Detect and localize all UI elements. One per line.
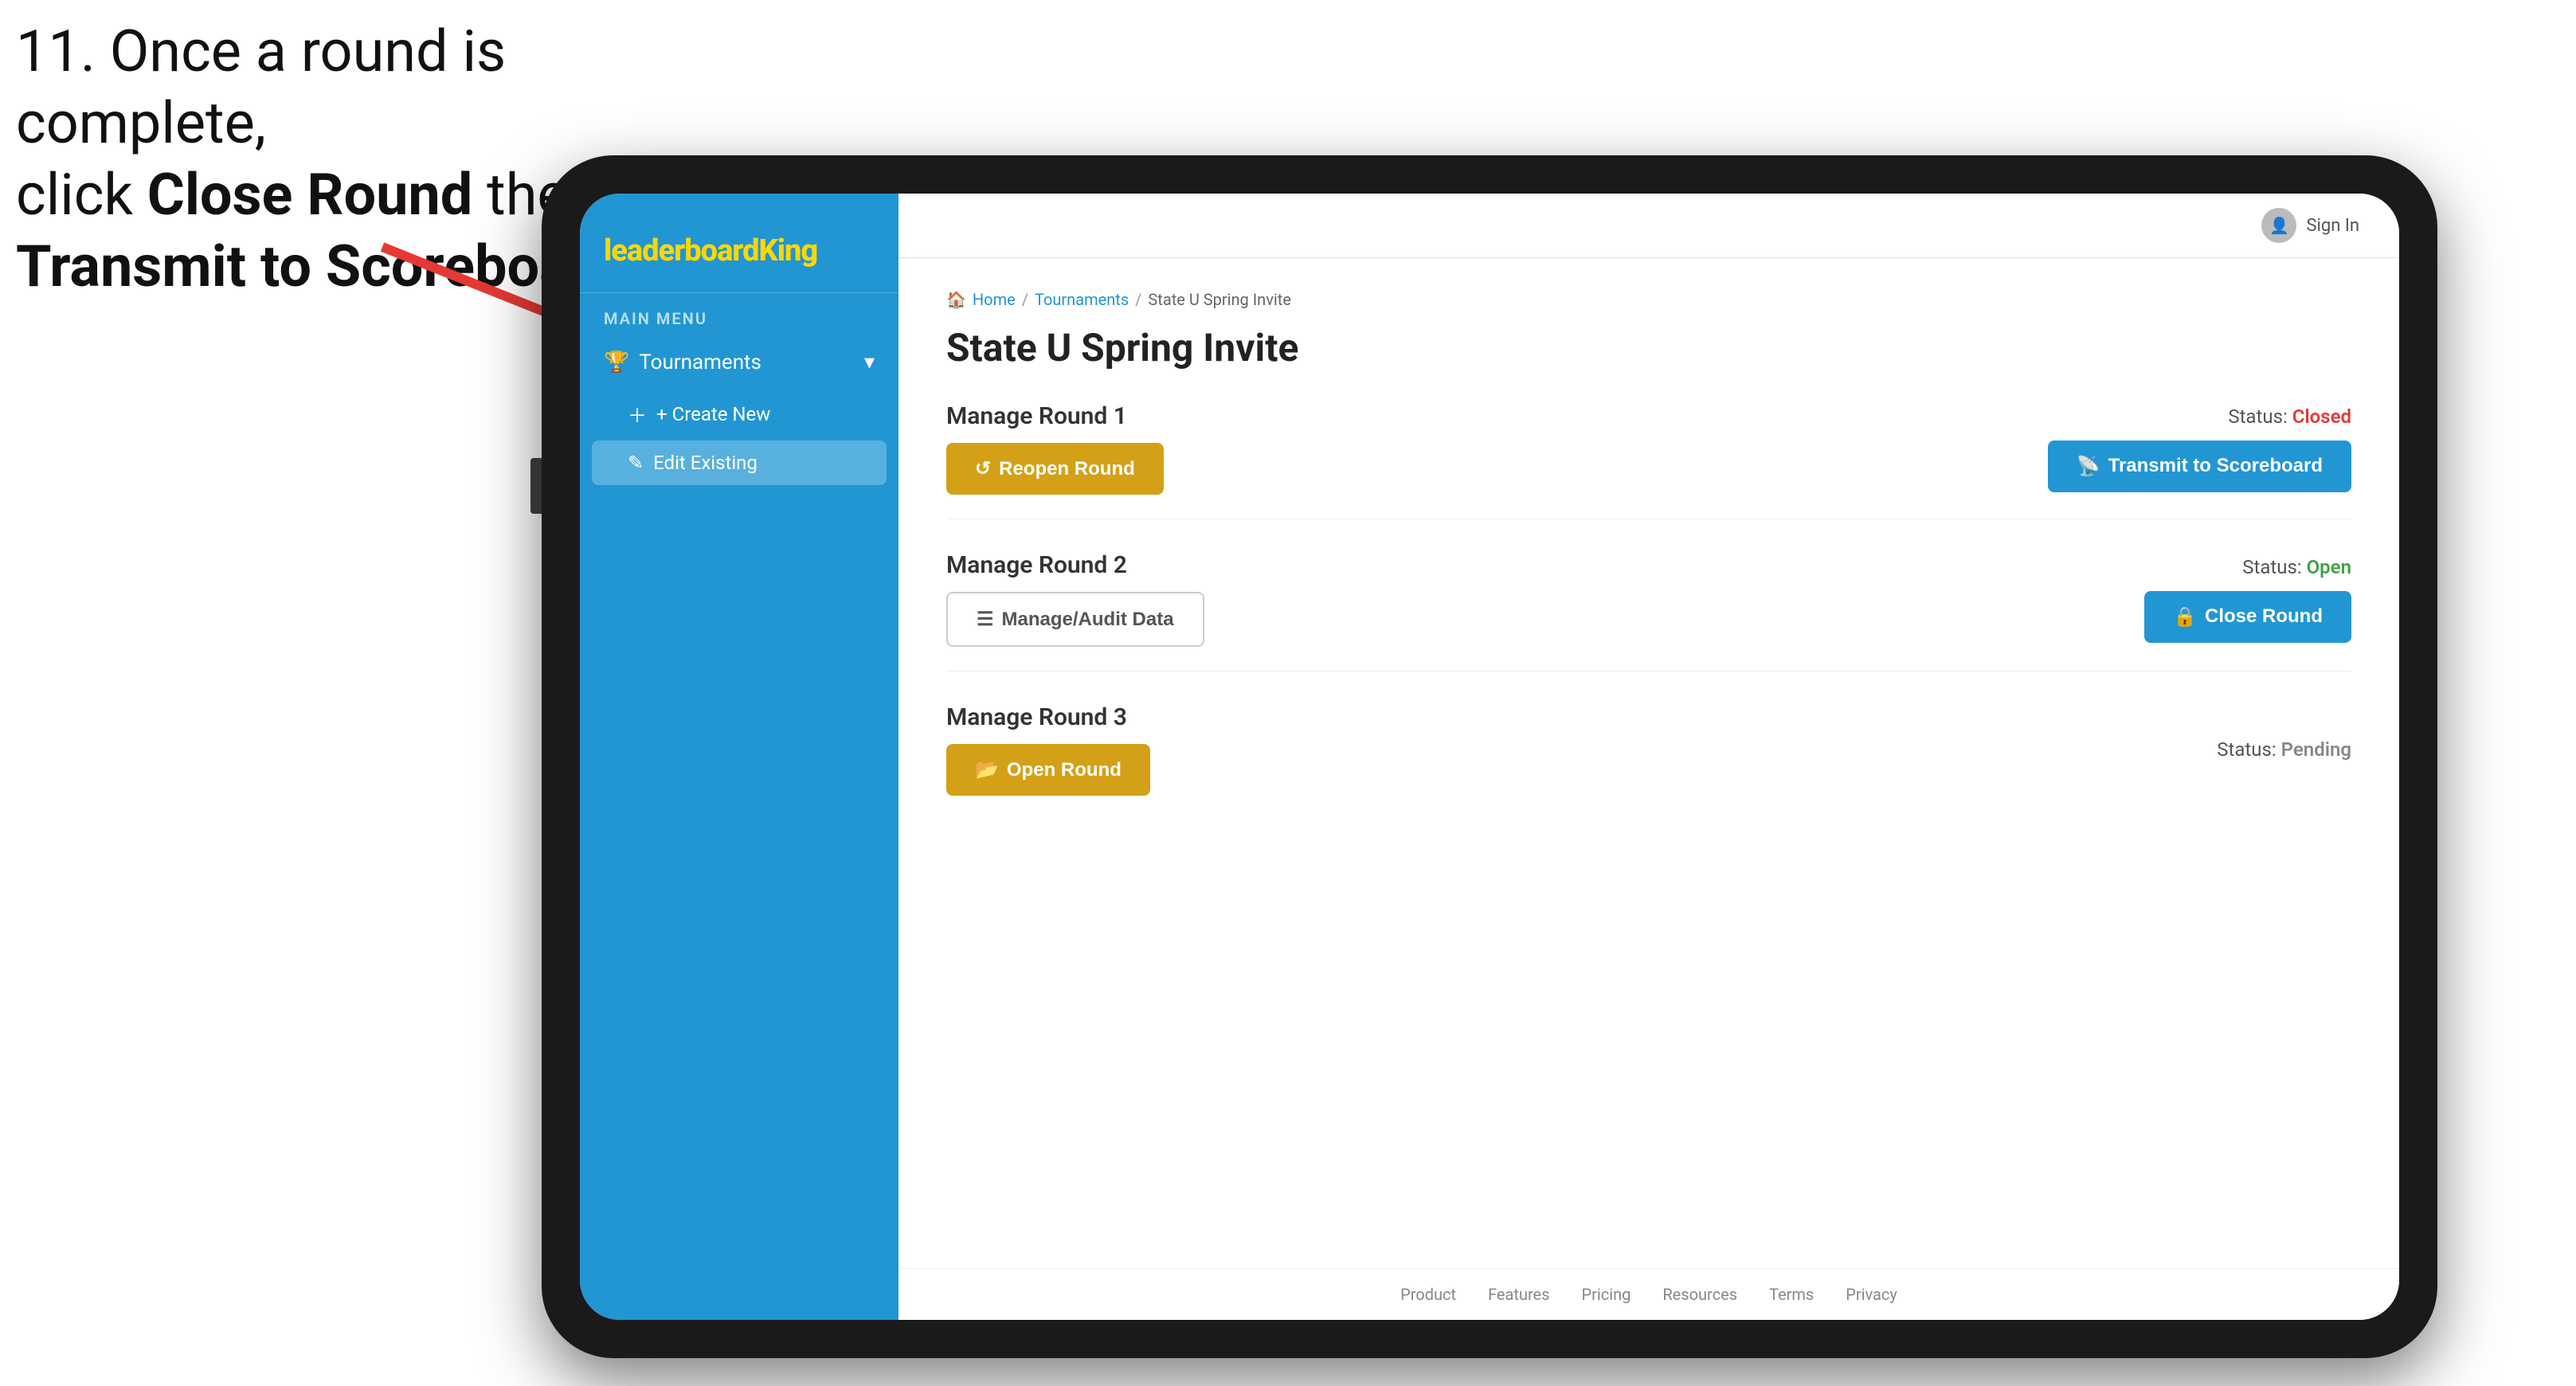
footer-resources[interactable]: Resources [1662,1285,1737,1304]
open-round-button[interactable]: 📂 Open Round [946,744,1150,796]
home-icon: 🏠 [946,290,966,309]
footer-features[interactable]: Features [1488,1285,1549,1304]
header-bar: 👤 Sign In [898,194,2399,258]
round-1-status: Status: Closed [2228,405,2351,428]
sidebar: leaderboardKing MAIN MENU 🏆 Tournaments … [580,194,898,1320]
audit-icon: ☰ [977,608,994,631]
trophy-icon: 🏆 [604,350,629,374]
round-2-title: Manage Round 2 [946,551,1204,579]
reopen-icon: ↺ [975,457,991,480]
plus-icon: ＋ [628,400,647,428]
manage-audit-data-button[interactable]: ☰ Manage/Audit Data [946,592,1204,647]
logo-area: leaderboardKing [580,217,898,293]
round-1-section: Manage Round 1 ↺ Reopen Round Status: Cl… [946,402,2351,519]
sidebar-item-edit-existing[interactable]: ✎ Edit Existing [592,440,887,485]
footer-product[interactable]: Product [1400,1285,1456,1304]
round-2-section: Manage Round 2 ☰ Manage/Audit Data Statu… [946,551,2351,671]
breadcrumb-tournaments[interactable]: Tournaments [1035,290,1129,309]
round-3-status: Status: Pending [2217,738,2351,761]
round-2-status: Status: Open [2242,556,2351,578]
breadcrumb-current: State U Spring Invite [1148,290,1291,309]
tablet-device: leaderboardKing MAIN MENU 🏆 Tournaments … [542,155,2437,1358]
breadcrumb: 🏠 Home / Tournaments / State U Spring In… [946,290,2351,309]
sign-in-area[interactable]: 👤 Sign In [2261,208,2359,243]
lock-icon: 🔒 [2173,605,2197,628]
open-icon: 📂 [975,758,999,781]
transmit-to-scoreboard-button[interactable]: 📡 Transmit to Scoreboard [2048,440,2351,492]
footer-privacy[interactable]: Privacy [1846,1285,1897,1304]
content-area: 🏠 Home / Tournaments / State U Spring In… [898,258,2399,1268]
main-content: 👤 Sign In 🏠 Home / Tournaments / State U… [898,194,2399,1320]
page-title: State U Spring Invite [946,325,2351,370]
edit-icon: ✎ [628,452,644,474]
footer-pricing[interactable]: Pricing [1581,1285,1631,1304]
app-logo: leaderboardKing [604,233,875,268]
tablet-side-button [530,458,542,514]
reopen-round-button[interactable]: ↺ Reopen Round [946,443,1164,495]
round-3-title: Manage Round 3 [946,703,1150,731]
tablet-screen: leaderboardKing MAIN MENU 🏆 Tournaments … [580,194,2399,1320]
transmit-icon: 📡 [2077,455,2100,478]
close-round-button[interactable]: 🔒 Close Round [2144,591,2351,643]
breadcrumb-home[interactable]: Home [973,290,1016,309]
round-1-title: Manage Round 1 [946,402,1164,430]
main-menu-label: MAIN MENU [580,309,898,336]
sign-in-label[interactable]: Sign In [2306,216,2359,236]
avatar: 👤 [2261,208,2296,243]
round-3-section: Manage Round 3 📂 Open Round Status: Pend… [946,703,2351,820]
chevron-icon: ▾ [864,350,875,374]
footer-terms[interactable]: Terms [1769,1285,1814,1304]
sidebar-tournaments-label: Tournaments [639,350,761,374]
sidebar-item-tournaments[interactable]: 🏆 Tournaments ▾ [580,336,898,389]
sidebar-item-create-new[interactable]: ＋ + Create New [580,389,898,439]
footer-links: Product Features Pricing Resources Terms… [898,1268,2399,1320]
